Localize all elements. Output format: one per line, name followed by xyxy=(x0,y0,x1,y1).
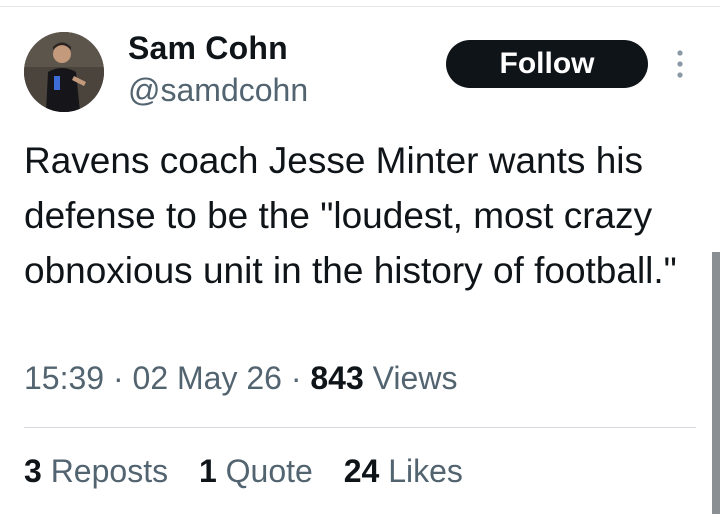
reposts-label: Reposts xyxy=(50,453,169,489)
scrollbar[interactable] xyxy=(712,252,720,514)
quotes-label: Quote xyxy=(225,453,313,489)
author-handle[interactable]: @samdcohn xyxy=(128,72,308,109)
likes-stat[interactable]: 24 Likes xyxy=(344,453,463,490)
tweet-date[interactable]: 02 May 26 xyxy=(133,360,282,396)
avatar-image xyxy=(24,32,104,112)
likes-count: 24 xyxy=(343,453,380,489)
likes-label: Likes xyxy=(388,453,463,489)
top-divider xyxy=(0,6,720,7)
engagement-stats: 3 Reposts 1 Quote 24 Likes xyxy=(24,453,485,490)
quotes-stat[interactable]: 1 Quote xyxy=(199,453,313,490)
meta-separator: · xyxy=(112,360,124,396)
tweet-time[interactable]: 15:39 xyxy=(24,360,104,396)
tweet-meta: 15:39 · 02 May 26 · 843 Views xyxy=(24,360,457,397)
views-label: Views xyxy=(372,360,458,396)
views-count: 843 xyxy=(310,360,364,396)
author-display-name[interactable]: Sam Cohn xyxy=(128,30,288,67)
more-vertical-icon[interactable] xyxy=(668,48,692,80)
tweet-text: Ravens coach Jesse Minter wants his defe… xyxy=(24,140,677,291)
meta-separator: · xyxy=(290,360,302,396)
reposts-stat[interactable]: 3 Reposts xyxy=(24,453,168,490)
stats-divider xyxy=(24,427,696,428)
quotes-count: 1 xyxy=(198,453,217,489)
avatar[interactable] xyxy=(24,32,104,112)
reposts-count: 3 xyxy=(24,453,42,489)
follow-button[interactable]: Follow xyxy=(446,40,648,88)
